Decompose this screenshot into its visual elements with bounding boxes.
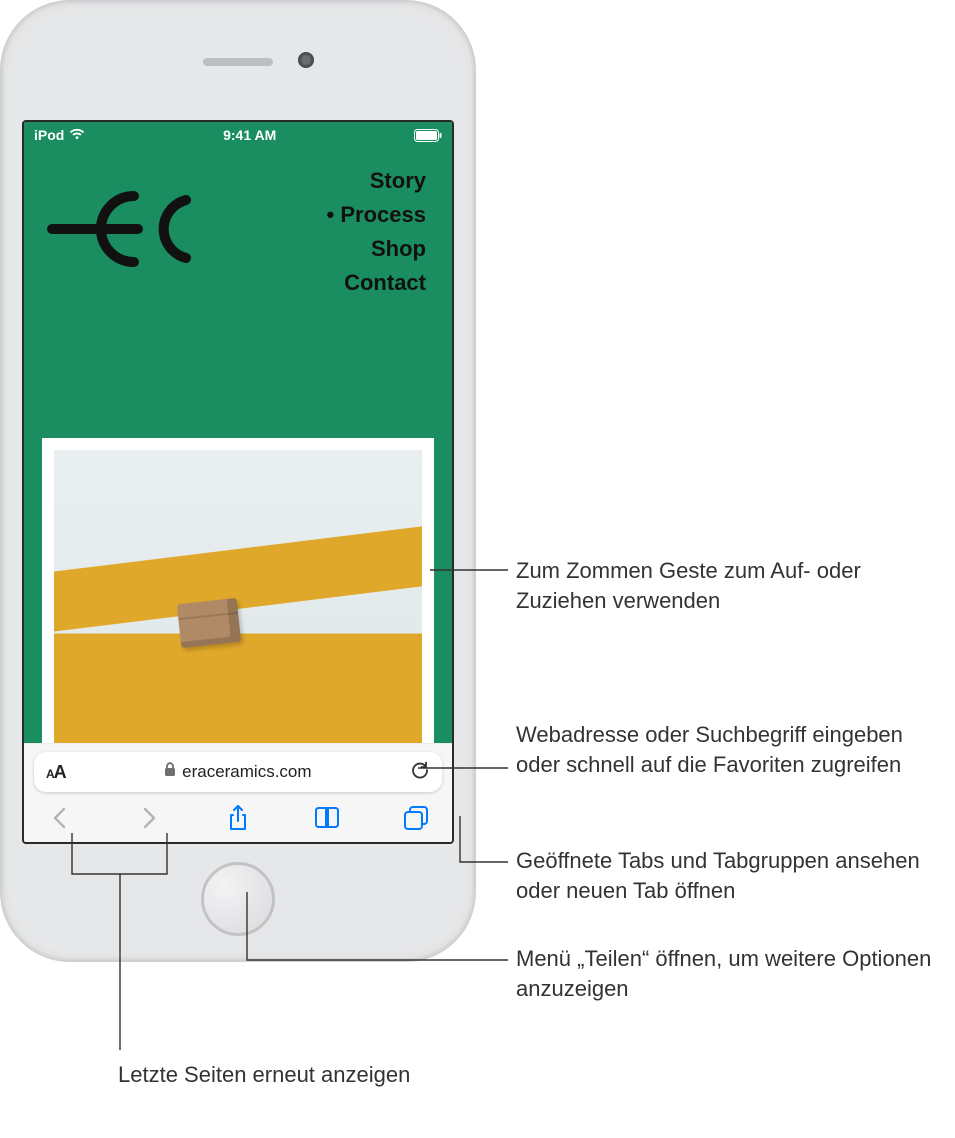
reload-icon[interactable]	[410, 760, 430, 785]
nav-item-shop[interactable]: Shop	[327, 232, 426, 266]
share-button[interactable]	[220, 800, 256, 836]
address-bar[interactable]: AA eraceramics.com	[34, 752, 442, 792]
site-navigation: Story Process Shop Contact	[327, 164, 426, 300]
hero-image	[42, 438, 434, 744]
nav-item-process[interactable]: Process	[327, 198, 426, 232]
bookmarks-button[interactable]	[309, 800, 345, 836]
safari-bottom-ui: AA eraceramics.com	[24, 743, 452, 842]
tabs-button[interactable]	[398, 800, 434, 836]
home-button[interactable]	[201, 862, 275, 936]
status-carrier: iPod	[34, 127, 64, 143]
volume-up-button	[0, 182, 2, 228]
volume-down-button	[0, 242, 2, 288]
ipod-device: iPod 9:41 AM	[0, 0, 476, 962]
lock-icon	[164, 762, 176, 782]
device-front-camera	[298, 52, 314, 68]
callout-tabs: Geöffnete Tabs und Tabgruppen ansehen od…	[516, 846, 936, 905]
callout-history: Letzte Seiten erneut anzeigen	[118, 1060, 410, 1090]
address-url: eraceramics.com	[182, 762, 311, 782]
device-screen: iPod 9:41 AM	[22, 120, 454, 844]
status-time: 9:41 AM	[223, 127, 276, 143]
wifi-icon	[69, 127, 85, 143]
nav-item-contact[interactable]: Contact	[327, 266, 426, 300]
callout-address: Webadresse oder Suchbegriff eingeben ode…	[516, 720, 936, 779]
forward-button[interactable]	[131, 800, 167, 836]
device-speaker	[203, 58, 273, 66]
callout-zoom: Zum Zommen Geste zum Auf- oder Zuziehen …	[516, 556, 936, 615]
status-bar: iPod 9:41 AM	[24, 122, 452, 148]
nav-item-story[interactable]: Story	[327, 164, 426, 198]
battery-icon	[414, 129, 442, 142]
site-logo-icon	[46, 184, 196, 279]
web-page-content[interactable]: Story Process Shop Contact	[24, 148, 452, 744]
reader-aa-icon[interactable]: AA	[46, 762, 66, 783]
back-button[interactable]	[42, 800, 78, 836]
callout-share: Menü „Teilen“ öffnen, um weitere Optione…	[516, 944, 936, 1003]
